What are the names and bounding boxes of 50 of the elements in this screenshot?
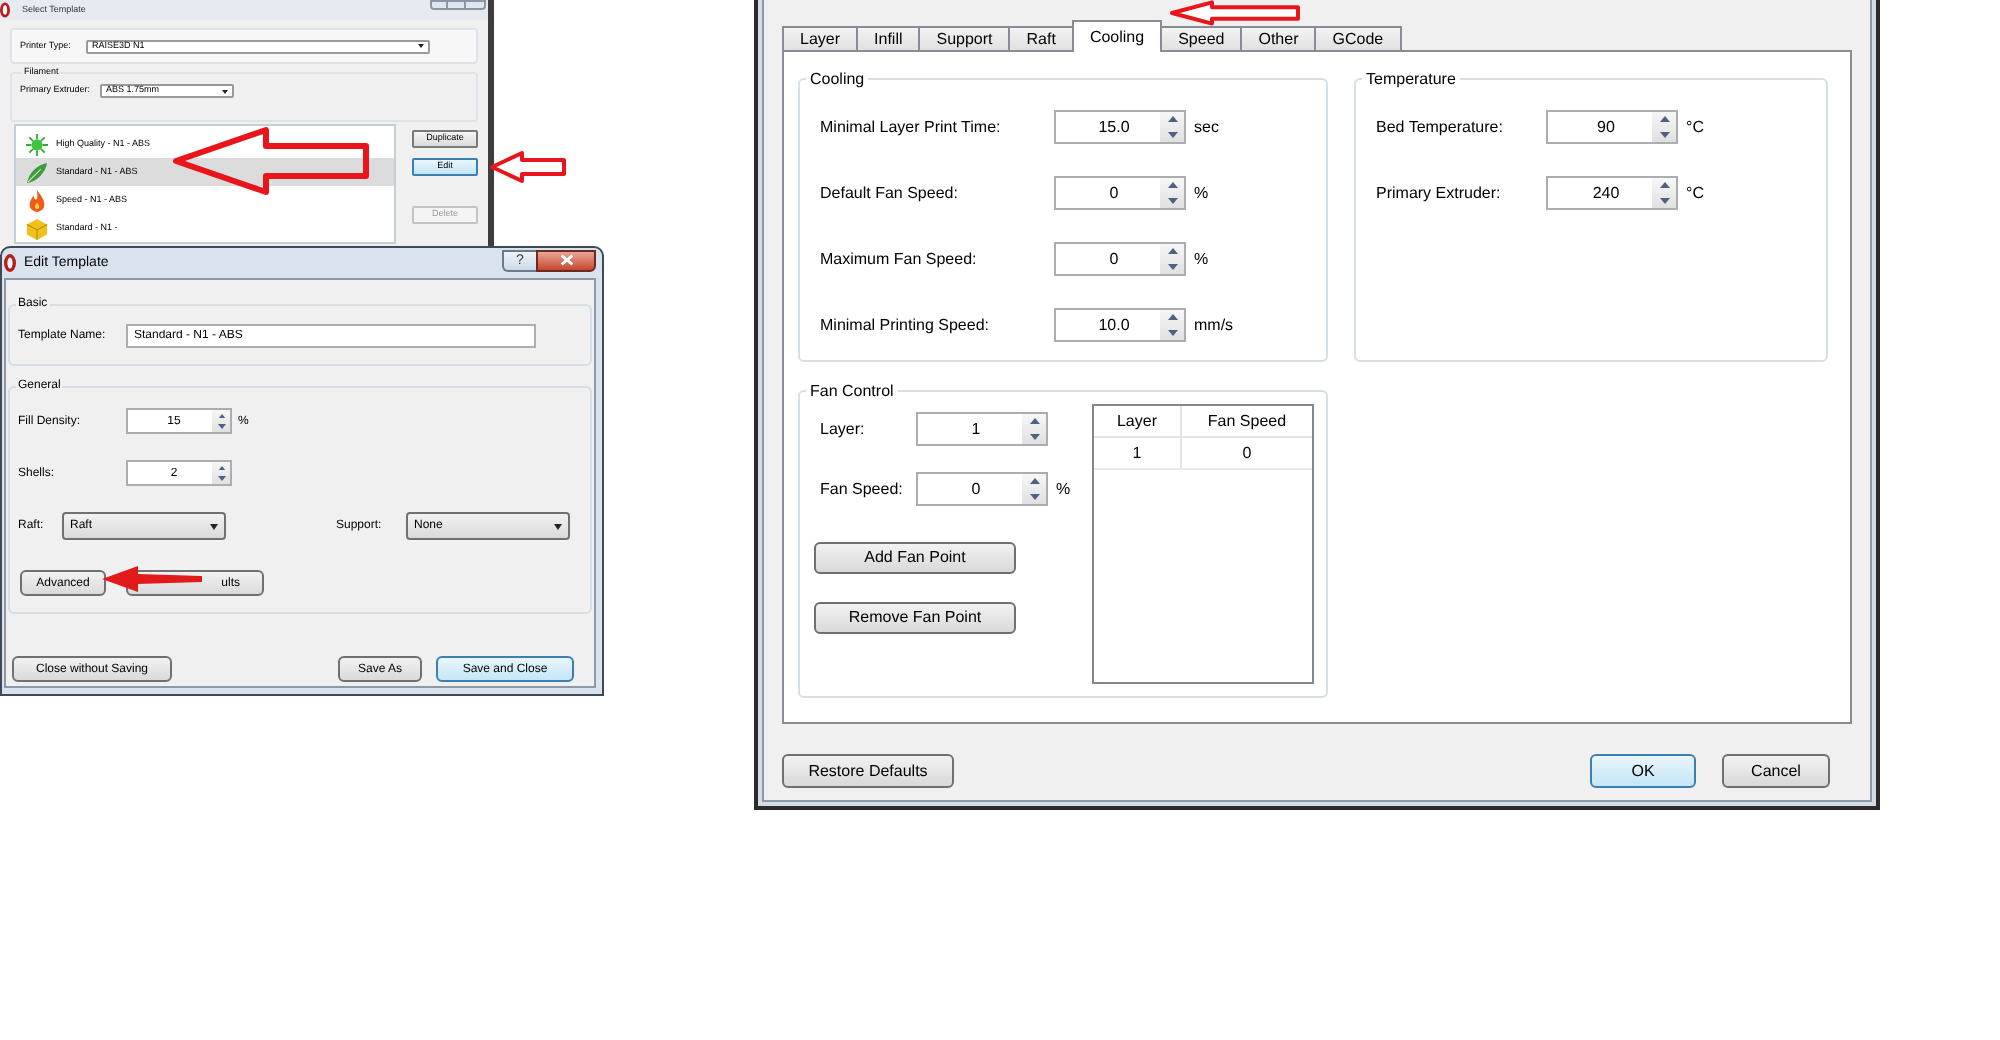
field-label: Bed Temperature: [1376, 119, 1505, 135]
add-fan-point-button[interactable]: Add Fan Point [814, 542, 1016, 574]
table-cell: 1 [1094, 438, 1182, 468]
caret-down-icon [222, 89, 228, 93]
tab[interactable]: Other [1240, 26, 1317, 50]
tab[interactable]: Layer [782, 26, 859, 50]
unit-label: mm/s [1194, 317, 1234, 333]
annotation-arrow [1168, 0, 1302, 26]
app-icon [4, 254, 16, 272]
leaf-icon [26, 161, 48, 183]
field-label: Layer: [820, 421, 867, 437]
tab[interactable]: Support [918, 26, 1011, 50]
column-header[interactable]: Fan Speed [1182, 406, 1312, 436]
tab[interactable]: GCode [1314, 26, 1402, 50]
remove-fan-point-button[interactable]: Remove Fan Point [814, 602, 1016, 634]
annotation-arrow [102, 566, 202, 592]
tab[interactable]: Speed [1160, 26, 1243, 50]
caret-down-icon [418, 44, 424, 48]
table-cell-text: 0 [1240, 441, 1254, 465]
field-label: Minimal Layer Print Time: [820, 119, 1003, 135]
group-title: Cooling [808, 70, 867, 88]
unit-label: % [1194, 251, 1209, 267]
unit-label: °C [1686, 185, 1704, 201]
field-label: Primary Extruder: [1376, 185, 1503, 201]
field-label: Default Fan Speed: [820, 185, 960, 201]
cube-icon [26, 217, 48, 239]
app-icon [0, 2, 10, 18]
unit-label: % [1194, 185, 1209, 201]
close-button[interactable] [536, 249, 596, 271]
close-icon [559, 254, 573, 266]
ok-button[interactable]: OK [1590, 754, 1696, 788]
field-label: Fan Speed: [820, 481, 905, 497]
column-header[interactable]: Layer [1094, 406, 1182, 436]
caret-down-icon [554, 523, 562, 529]
unit-label: sec [1194, 119, 1219, 135]
field-label: Minimal Printing Speed: [820, 317, 991, 333]
tab[interactable]: Infill [856, 26, 921, 50]
tab[interactable]: Raft [1008, 26, 1074, 50]
starburst-icon [26, 133, 48, 155]
group-title: Temperature [1364, 70, 1458, 88]
restore-defaults-button[interactable]: Restore Defaults [782, 754, 954, 788]
annotation-arrow [488, 150, 568, 184]
cancel-button[interactable]: Cancel [1722, 754, 1830, 788]
tab[interactable]: Cooling [1071, 20, 1163, 52]
flame-icon [26, 189, 48, 211]
caret-down-icon [210, 523, 218, 529]
unit-label: % [1056, 481, 1071, 497]
field-label: Maximum Fan Speed: [820, 251, 979, 267]
group-title: Fan Control [808, 382, 896, 400]
unit-label: °C [1686, 119, 1704, 135]
